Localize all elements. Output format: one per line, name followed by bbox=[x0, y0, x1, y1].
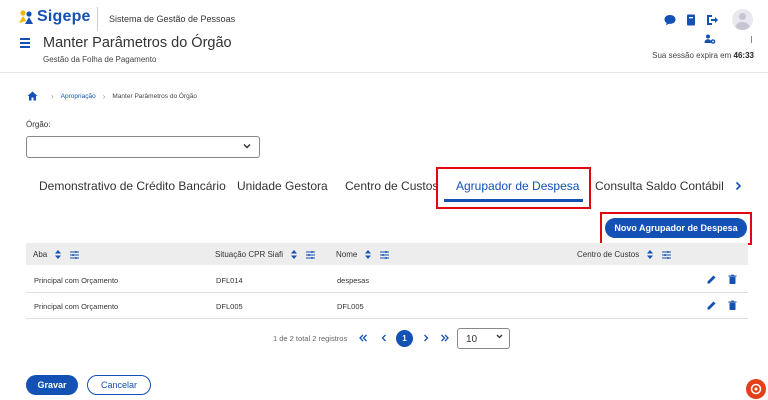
page-subtitle: Gestão da Folha de Pagamento bbox=[43, 55, 157, 64]
sort-icon[interactable] bbox=[55, 250, 62, 259]
previous-page-icon[interactable] bbox=[378, 332, 390, 344]
column-label-aba: Aba bbox=[33, 250, 48, 259]
table-header: Aba Situação CPR Siafi Nome Centro de Cu… bbox=[26, 243, 748, 265]
column-label-situacao: Situação CPR Siafi bbox=[215, 250, 284, 259]
sort-icon[interactable] bbox=[291, 250, 298, 259]
edit-pencil-icon[interactable] bbox=[706, 300, 717, 311]
last-page-icon[interactable] bbox=[439, 332, 451, 344]
app-header: Sigepe Sistema de Gestão de Pessoas Mant… bbox=[0, 0, 768, 73]
header-divider bbox=[97, 7, 98, 31]
tab-centro-de-custos[interactable]: Centro de Custos bbox=[345, 179, 438, 193]
breadcrumb-current: Manter Parâmetros do Órgão bbox=[112, 92, 197, 100]
home-icon[interactable] bbox=[27, 91, 38, 101]
hamburger-menu-icon[interactable] bbox=[20, 38, 30, 48]
sigepe-logo[interactable]: Sigepe bbox=[18, 8, 91, 26]
column-label-centro: Centro de Custos bbox=[577, 250, 640, 259]
logo-text: Sigepe bbox=[37, 8, 91, 25]
delete-trash-icon[interactable] bbox=[727, 300, 738, 311]
chevron-down-icon bbox=[496, 334, 503, 339]
page-title: Manter Parâmetros do Órgão bbox=[43, 35, 232, 51]
filter-icon[interactable] bbox=[662, 250, 672, 259]
breadcrumb-separator-icon: › bbox=[51, 91, 54, 101]
orgao-label: Órgão: bbox=[26, 120, 51, 129]
logout-icon[interactable] bbox=[705, 13, 719, 27]
table-row[interactable]: Principal com Orçamento DFL005 DFL005 bbox=[26, 293, 748, 319]
filter-icon[interactable] bbox=[380, 250, 390, 259]
users-gear-icon[interactable] bbox=[704, 33, 716, 45]
sort-icon[interactable] bbox=[647, 250, 654, 259]
tab-demonstrativo-credito-bancario[interactable]: Demonstrativo de Crédito Bancário bbox=[39, 179, 226, 193]
table-row[interactable]: Principal com Orçamento DFL014 despesas bbox=[26, 267, 748, 293]
column-header-aba: Aba bbox=[33, 250, 80, 259]
save-button[interactable]: Gravar bbox=[26, 375, 78, 395]
breadcrumb-link-apropriacao[interactable]: Apropriação bbox=[61, 93, 96, 100]
book-icon[interactable] bbox=[684, 13, 698, 27]
cell-situacao: DFL005 bbox=[216, 302, 243, 311]
tab-unidade-gestora[interactable]: Unidade Gestora bbox=[237, 179, 328, 193]
session-time: 46:33 bbox=[733, 51, 754, 60]
sort-icon[interactable] bbox=[365, 250, 372, 259]
next-page-icon[interactable] bbox=[420, 332, 432, 344]
cell-nome: despesas bbox=[337, 276, 370, 285]
tab-consulta-saldo-contabil[interactable]: Consulta Saldo Contábil bbox=[595, 179, 724, 193]
cell-aba: Principal com Orçamento bbox=[34, 302, 119, 311]
session-timer: Sua sessão expira em 46:33 bbox=[652, 51, 754, 60]
new-agrupador-button[interactable]: Novo Agrupador de Despesa bbox=[605, 218, 747, 238]
orgao-select[interactable] bbox=[26, 136, 260, 158]
delete-trash-icon[interactable] bbox=[727, 274, 738, 285]
help-icon bbox=[750, 383, 762, 395]
user-avatar[interactable] bbox=[732, 9, 753, 30]
page-current[interactable]: 1 bbox=[396, 330, 413, 347]
cell-situacao: DFL014 bbox=[216, 276, 243, 285]
column-header-centro-de-custos: Centro de Custos bbox=[577, 250, 672, 259]
people-logo-icon bbox=[19, 10, 33, 24]
chat-icon[interactable] bbox=[663, 13, 677, 27]
tab-highlight-box bbox=[436, 167, 591, 209]
cell-nome: DFL005 bbox=[337, 302, 364, 311]
session-label: Sua sessão expira em bbox=[652, 51, 732, 60]
page-size-value: 10 bbox=[466, 334, 478, 345]
header-divider-small bbox=[751, 36, 752, 43]
tab-bar: Demonstrativo de Crédito Bancário Unidad… bbox=[26, 168, 760, 202]
page-size-select[interactable]: 10 bbox=[457, 328, 510, 349]
first-page-icon[interactable] bbox=[357, 332, 369, 344]
help-chat-button[interactable] bbox=[746, 379, 766, 399]
column-label-nome: Nome bbox=[336, 250, 358, 259]
breadcrumb-separator-icon: › bbox=[102, 91, 106, 101]
filter-icon[interactable] bbox=[70, 250, 80, 259]
chevron-right-icon[interactable] bbox=[733, 181, 743, 191]
column-header-situacao-cpr-siafi: Situação CPR Siafi bbox=[215, 250, 316, 259]
system-name: Sistema de Gestão de Pessoas bbox=[109, 14, 236, 24]
chevron-down-icon bbox=[243, 143, 251, 149]
edit-pencil-icon[interactable] bbox=[706, 274, 717, 285]
cell-aba: Principal com Orçamento bbox=[34, 276, 119, 285]
breadcrumb: › Apropriação › Manter Parâmetros do Órg… bbox=[27, 91, 197, 101]
filter-icon[interactable] bbox=[306, 250, 316, 259]
column-header-nome: Nome bbox=[336, 250, 390, 259]
cancel-button[interactable]: Cancelar bbox=[87, 375, 151, 395]
pagination-info: 1 de 2 total 2 registros bbox=[273, 334, 348, 343]
